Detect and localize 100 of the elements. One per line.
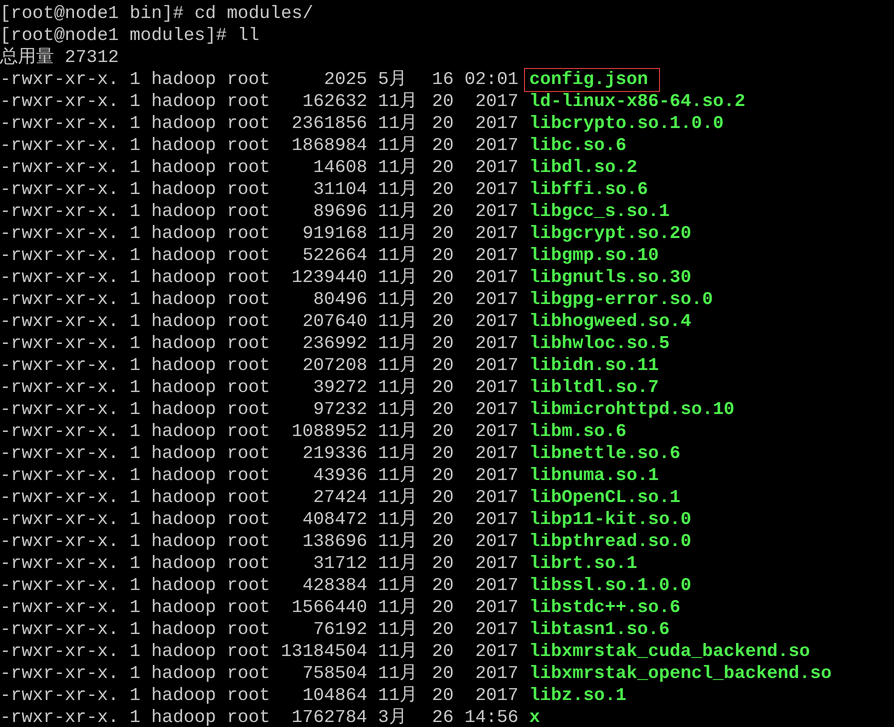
- group-text: root: [226, 377, 270, 399]
- file-name: x: [529, 707, 540, 727]
- file-size: 162632: [301, 91, 368, 113]
- group-text: root: [226, 531, 270, 553]
- permissions-text: -rwxr-xr-x.: [0, 267, 119, 289]
- time-text: 2017: [474, 355, 518, 377]
- permissions-text: -rwxr-xr-x.: [0, 201, 119, 223]
- file-size: 1566440: [290, 597, 368, 619]
- owner-text: hadoop: [151, 289, 216, 311]
- month-text: 11月: [378, 245, 419, 267]
- link-count: 1: [130, 575, 140, 597]
- owner-text: hadoop: [151, 707, 216, 727]
- owner-text: hadoop: [151, 509, 216, 531]
- file-size: 207208: [301, 355, 368, 377]
- month-text: 11月: [378, 465, 419, 487]
- file-size: 39272: [312, 377, 368, 399]
- file-name: libgcc_s.so.1: [529, 201, 670, 223]
- month-text: 11月: [378, 399, 419, 421]
- permissions-text: -rwxr-xr-x.: [0, 245, 119, 267]
- time-text: 2017: [474, 575, 518, 597]
- permissions-text: -rwxr-xr-x.: [0, 641, 119, 663]
- group-text: root: [226, 641, 270, 663]
- month-text: 11月: [378, 355, 419, 377]
- day-text: 20: [432, 267, 454, 289]
- group-text: root: [226, 685, 270, 707]
- owner-text: hadoop: [151, 619, 216, 641]
- group-text: root: [226, 69, 270, 91]
- file-name: libmicrohttpd.so.10: [529, 399, 734, 421]
- month-text: 11月: [378, 597, 419, 619]
- group-text: root: [226, 619, 270, 641]
- file-size: 207640: [301, 311, 368, 333]
- day-text: 20: [432, 619, 454, 641]
- day-text: 20: [432, 311, 454, 333]
- owner-text: hadoop: [151, 641, 216, 663]
- link-count: 1: [130, 201, 140, 223]
- month-text: 11月: [378, 377, 419, 399]
- file-name: libc.so.6: [529, 135, 626, 157]
- owner-text: hadoop: [151, 311, 216, 333]
- day-text: 20: [432, 157, 454, 179]
- group-text: root: [226, 267, 270, 289]
- time-text: 2017: [474, 201, 518, 223]
- owner-text: hadoop: [151, 179, 216, 201]
- group-text: root: [226, 311, 270, 333]
- file-name: libssl.so.1.0.0: [529, 575, 692, 597]
- owner-text: hadoop: [151, 223, 216, 245]
- time-text: 2017: [474, 597, 518, 619]
- file-size: 13184504: [280, 641, 368, 663]
- link-count: 1: [130, 157, 140, 179]
- month-text: 11月: [378, 641, 419, 663]
- month-text: 11月: [378, 531, 419, 553]
- owner-text: hadoop: [151, 355, 216, 377]
- permissions-text: -rwxr-xr-x.: [0, 377, 119, 399]
- permissions-text: -rwxr-xr-x.: [0, 333, 119, 355]
- permissions-text: -rwxr-xr-x.: [0, 113, 119, 135]
- group-text: root: [226, 179, 270, 201]
- day-text: 20: [432, 421, 454, 443]
- link-count: 1: [130, 113, 140, 135]
- day-text: 20: [432, 333, 454, 355]
- file-name: libidn.so.11: [529, 355, 659, 377]
- group-text: root: [226, 333, 270, 355]
- group-text: root: [226, 465, 270, 487]
- file-size: 31712: [312, 553, 368, 575]
- file-name: libgpg-error.so.0: [529, 289, 713, 311]
- file-size: 104864: [301, 685, 368, 707]
- permissions-text: -rwxr-xr-x.: [0, 289, 119, 311]
- file-name: libhogweed.so.4: [529, 311, 692, 333]
- month-text: 11月: [378, 113, 419, 135]
- time-text: 2017: [474, 487, 518, 509]
- time-text: 2017: [474, 531, 518, 553]
- day-text: 20: [432, 289, 454, 311]
- file-name: config.json: [524, 69, 659, 91]
- file-name: ld-linux-x86-64.so.2: [529, 91, 746, 113]
- day-text: 20: [432, 641, 454, 663]
- owner-text: hadoop: [151, 575, 216, 597]
- group-text: root: [226, 707, 270, 727]
- day-text: 20: [432, 443, 454, 465]
- day-text: 16: [432, 69, 454, 91]
- file-name: libp11-kit.so.0: [529, 509, 692, 531]
- time-text: 2017: [474, 311, 518, 333]
- file-size: 27424: [312, 487, 368, 509]
- shell-prompt: [root@node1 modules]#: [0, 25, 227, 47]
- file-size: 1239440: [290, 267, 368, 289]
- file-name: libffi.so.6: [529, 179, 648, 201]
- day-text: 20: [432, 223, 454, 245]
- group-text: root: [226, 575, 270, 597]
- file-name: libOpenCL.so.1: [529, 487, 680, 509]
- file-name: libxmrstak_opencl_backend.so: [529, 663, 832, 685]
- owner-text: hadoop: [151, 201, 216, 223]
- day-text: 20: [432, 377, 454, 399]
- link-count: 1: [130, 531, 140, 553]
- owner-text: hadoop: [151, 91, 216, 113]
- day-text: 20: [432, 465, 454, 487]
- link-count: 1: [130, 245, 140, 267]
- owner-text: hadoop: [151, 443, 216, 465]
- time-text: 2017: [474, 289, 518, 311]
- link-count: 1: [130, 487, 140, 509]
- owner-text: hadoop: [151, 421, 216, 443]
- file-name: libxmrstak_cuda_backend.so: [529, 641, 810, 663]
- month-text: 11月: [378, 443, 419, 465]
- time-text: 2017: [474, 245, 518, 267]
